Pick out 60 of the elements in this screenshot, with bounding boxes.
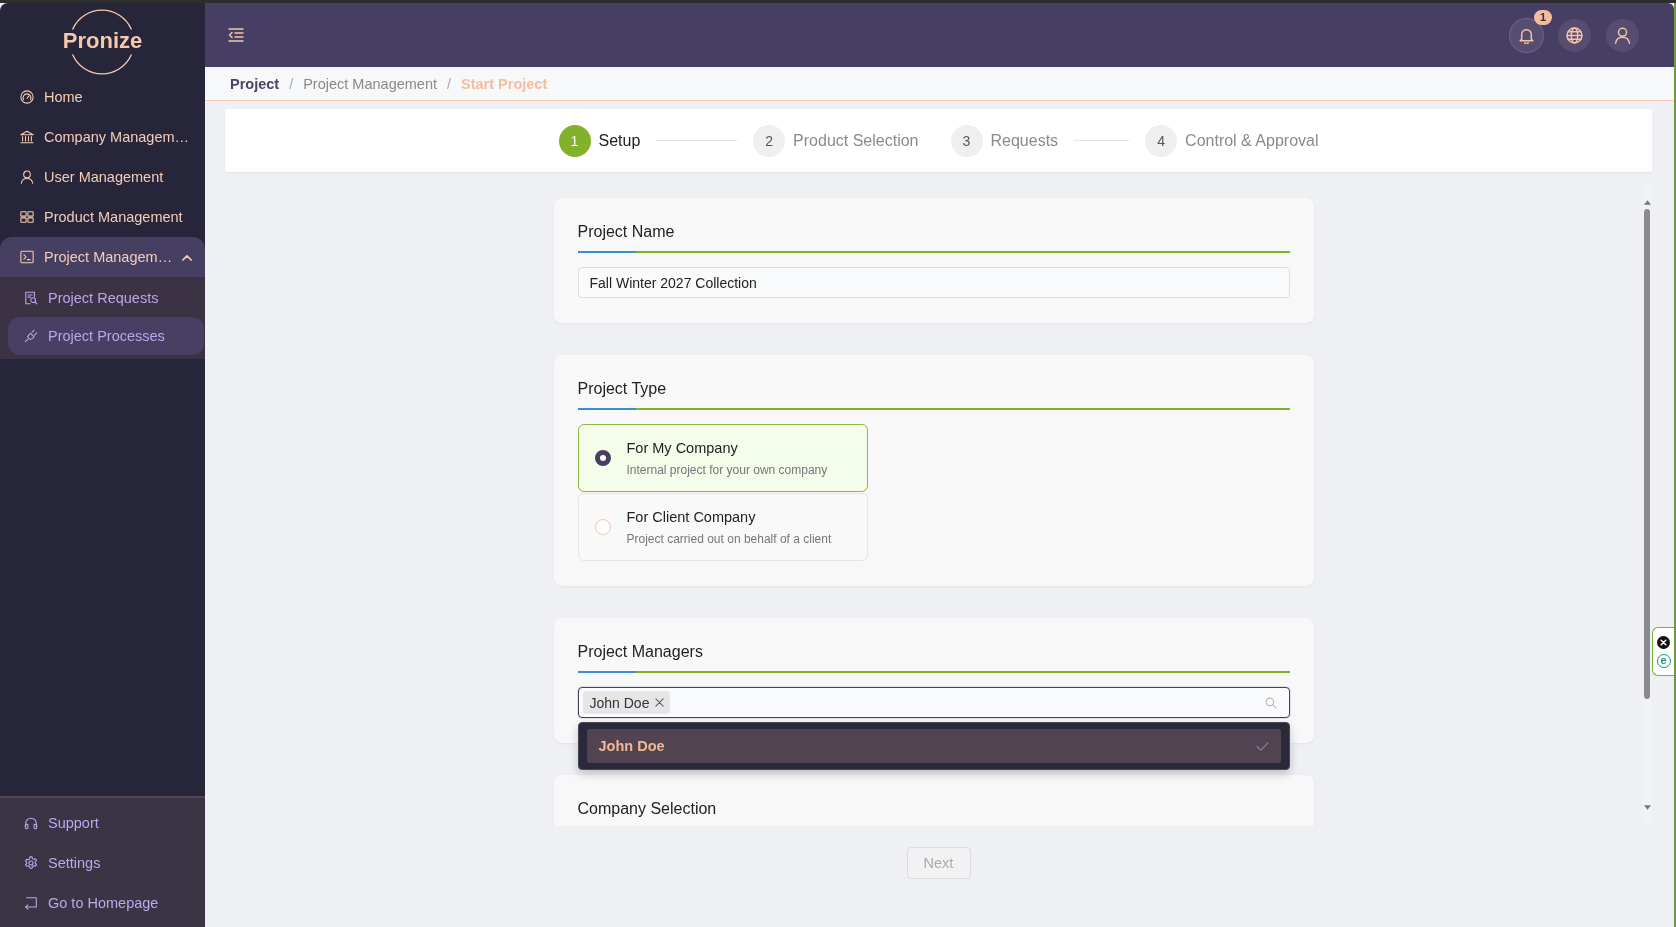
user-icon <box>20 170 34 184</box>
text-field[interactable]: Fall Winter 2027 Collection <box>577 267 1290 298</box>
step-label: Control & Approval <box>1185 131 1319 150</box>
step-number: 3 <box>950 124 983 157</box>
breadcrumb-separator: / <box>447 75 452 92</box>
option-description: Project carried out on behalf of a client <box>626 531 832 546</box>
close-icon[interactable] <box>1657 635 1670 649</box>
section-title: Project Type <box>577 379 668 399</box>
user-icon <box>1614 26 1631 44</box>
menu-icon[interactable] <box>228 27 244 43</box>
sidebar-subitem[interactable]: Project Processes <box>8 317 204 355</box>
bank-icon <box>20 130 34 144</box>
sidebar-subitem[interactable]: Project Requests <box>8 279 204 317</box>
scroll-down-icon[interactable] <box>1643 805 1651 810</box>
headphones-icon <box>24 816 38 830</box>
sidebar-item[interactable]: User Management <box>0 157 205 197</box>
step-label: Product Selection <box>793 131 919 150</box>
logo-text: Pronize <box>62 28 143 54</box>
step-number: 2 <box>753 124 786 157</box>
sidebar-item[interactable]: Go to Homepage <box>0 883 205 923</box>
settings-icon <box>24 856 38 870</box>
notification-badge: 1 <box>1533 9 1552 25</box>
radio-button[interactable] <box>594 450 611 466</box>
language-button[interactable] <box>1558 18 1591 52</box>
sidebar-item[interactable]: Company Managem… <box>0 117 205 157</box>
option-card[interactable]: For Client Company Project carried out on behalf of a client <box>577 493 868 561</box>
dropdown-option[interactable]: John Doe <box>586 729 1281 763</box>
return-icon <box>24 896 38 910</box>
sidebar-item[interactable]: Project Managem… <box>0 237 205 277</box>
globe-icon <box>1566 26 1583 44</box>
option-description: Internal project for your own company <box>626 462 828 477</box>
profile-button[interactable] <box>1606 18 1639 52</box>
bell-icon <box>1518 26 1535 44</box>
grid-icon <box>20 210 34 224</box>
breadcrumb-link[interactable]: Project <box>230 75 280 92</box>
sidebar-item[interactable]: Settings <box>0 843 205 883</box>
section-title: Company Selection <box>577 799 718 819</box>
scrollbar-thumb[interactable] <box>1644 209 1650 699</box>
option-label: For Client Company <box>626 508 757 525</box>
breadcrumb-separator: / <box>289 75 294 92</box>
remove-icon[interactable] <box>655 698 665 707</box>
chip-label: John Doe <box>589 694 650 711</box>
sidebar-item[interactable]: Support <box>0 803 205 843</box>
terminal-icon <box>20 250 34 264</box>
scroll-up-icon[interactable] <box>1643 200 1651 205</box>
section-title: Project Managers <box>577 642 704 662</box>
step-label: Setup <box>598 131 641 150</box>
step-label: Requests <box>990 131 1059 150</box>
gauge-icon <box>20 90 34 104</box>
section-title: Project Name <box>577 222 676 242</box>
search-icon <box>1264 696 1277 709</box>
check-icon <box>1255 741 1269 751</box>
option-card[interactable]: For My Company Internal project for your own company <box>577 424 868 492</box>
sidebar-item[interactable]: Home <box>0 77 205 117</box>
option-label: For My Company <box>626 439 739 456</box>
step-number: 1 <box>558 124 591 157</box>
sidebar-item[interactable]: Product Management <box>0 197 205 237</box>
step-number: 4 <box>1145 124 1178 157</box>
plug-icon <box>24 329 38 343</box>
document-search-icon <box>24 291 38 305</box>
